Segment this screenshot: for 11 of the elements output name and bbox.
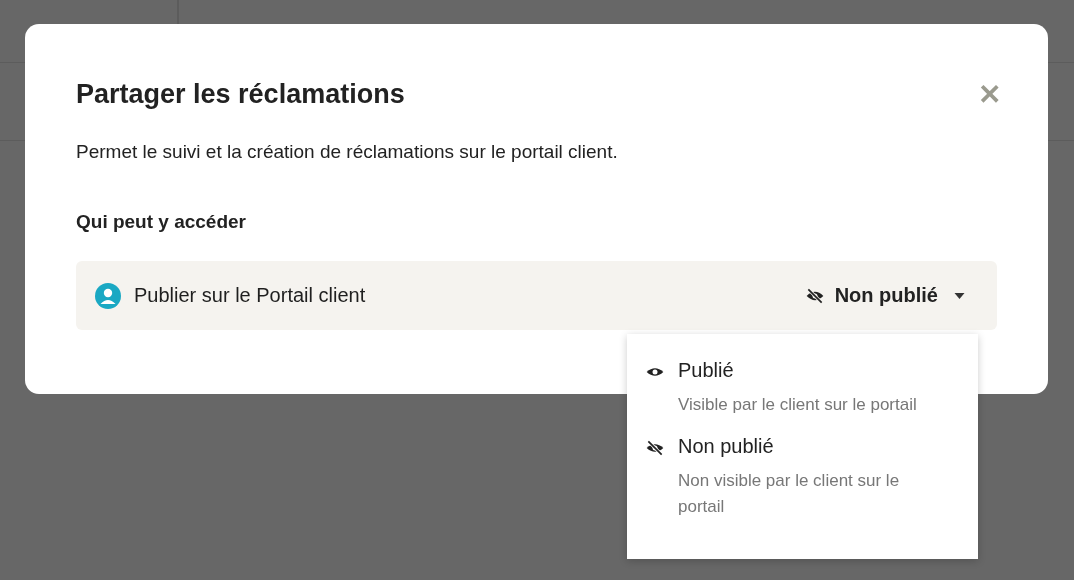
menu-option[interactable]: Publié Visible par le client sur le portail	[645, 356, 958, 418]
setting-label: Publier sur le Portail client	[134, 284, 367, 307]
user-icon	[95, 282, 121, 309]
section-label: Qui peut y accéder	[76, 211, 247, 233]
dialog-description: Permet le suivi et la création de réclamations sur le portail client.	[76, 141, 619, 163]
menu-option[interactable]: Non publié Non visible par le client sur le portail	[645, 432, 958, 520]
eye-slash-icon	[804, 285, 825, 306]
visibility-dropdown[interactable]: Non publié	[798, 280, 971, 311]
dialog-title: Partager les réclamations	[76, 79, 405, 110]
eye-slash-icon	[645, 438, 665, 458]
caret-icon	[954, 292, 965, 299]
